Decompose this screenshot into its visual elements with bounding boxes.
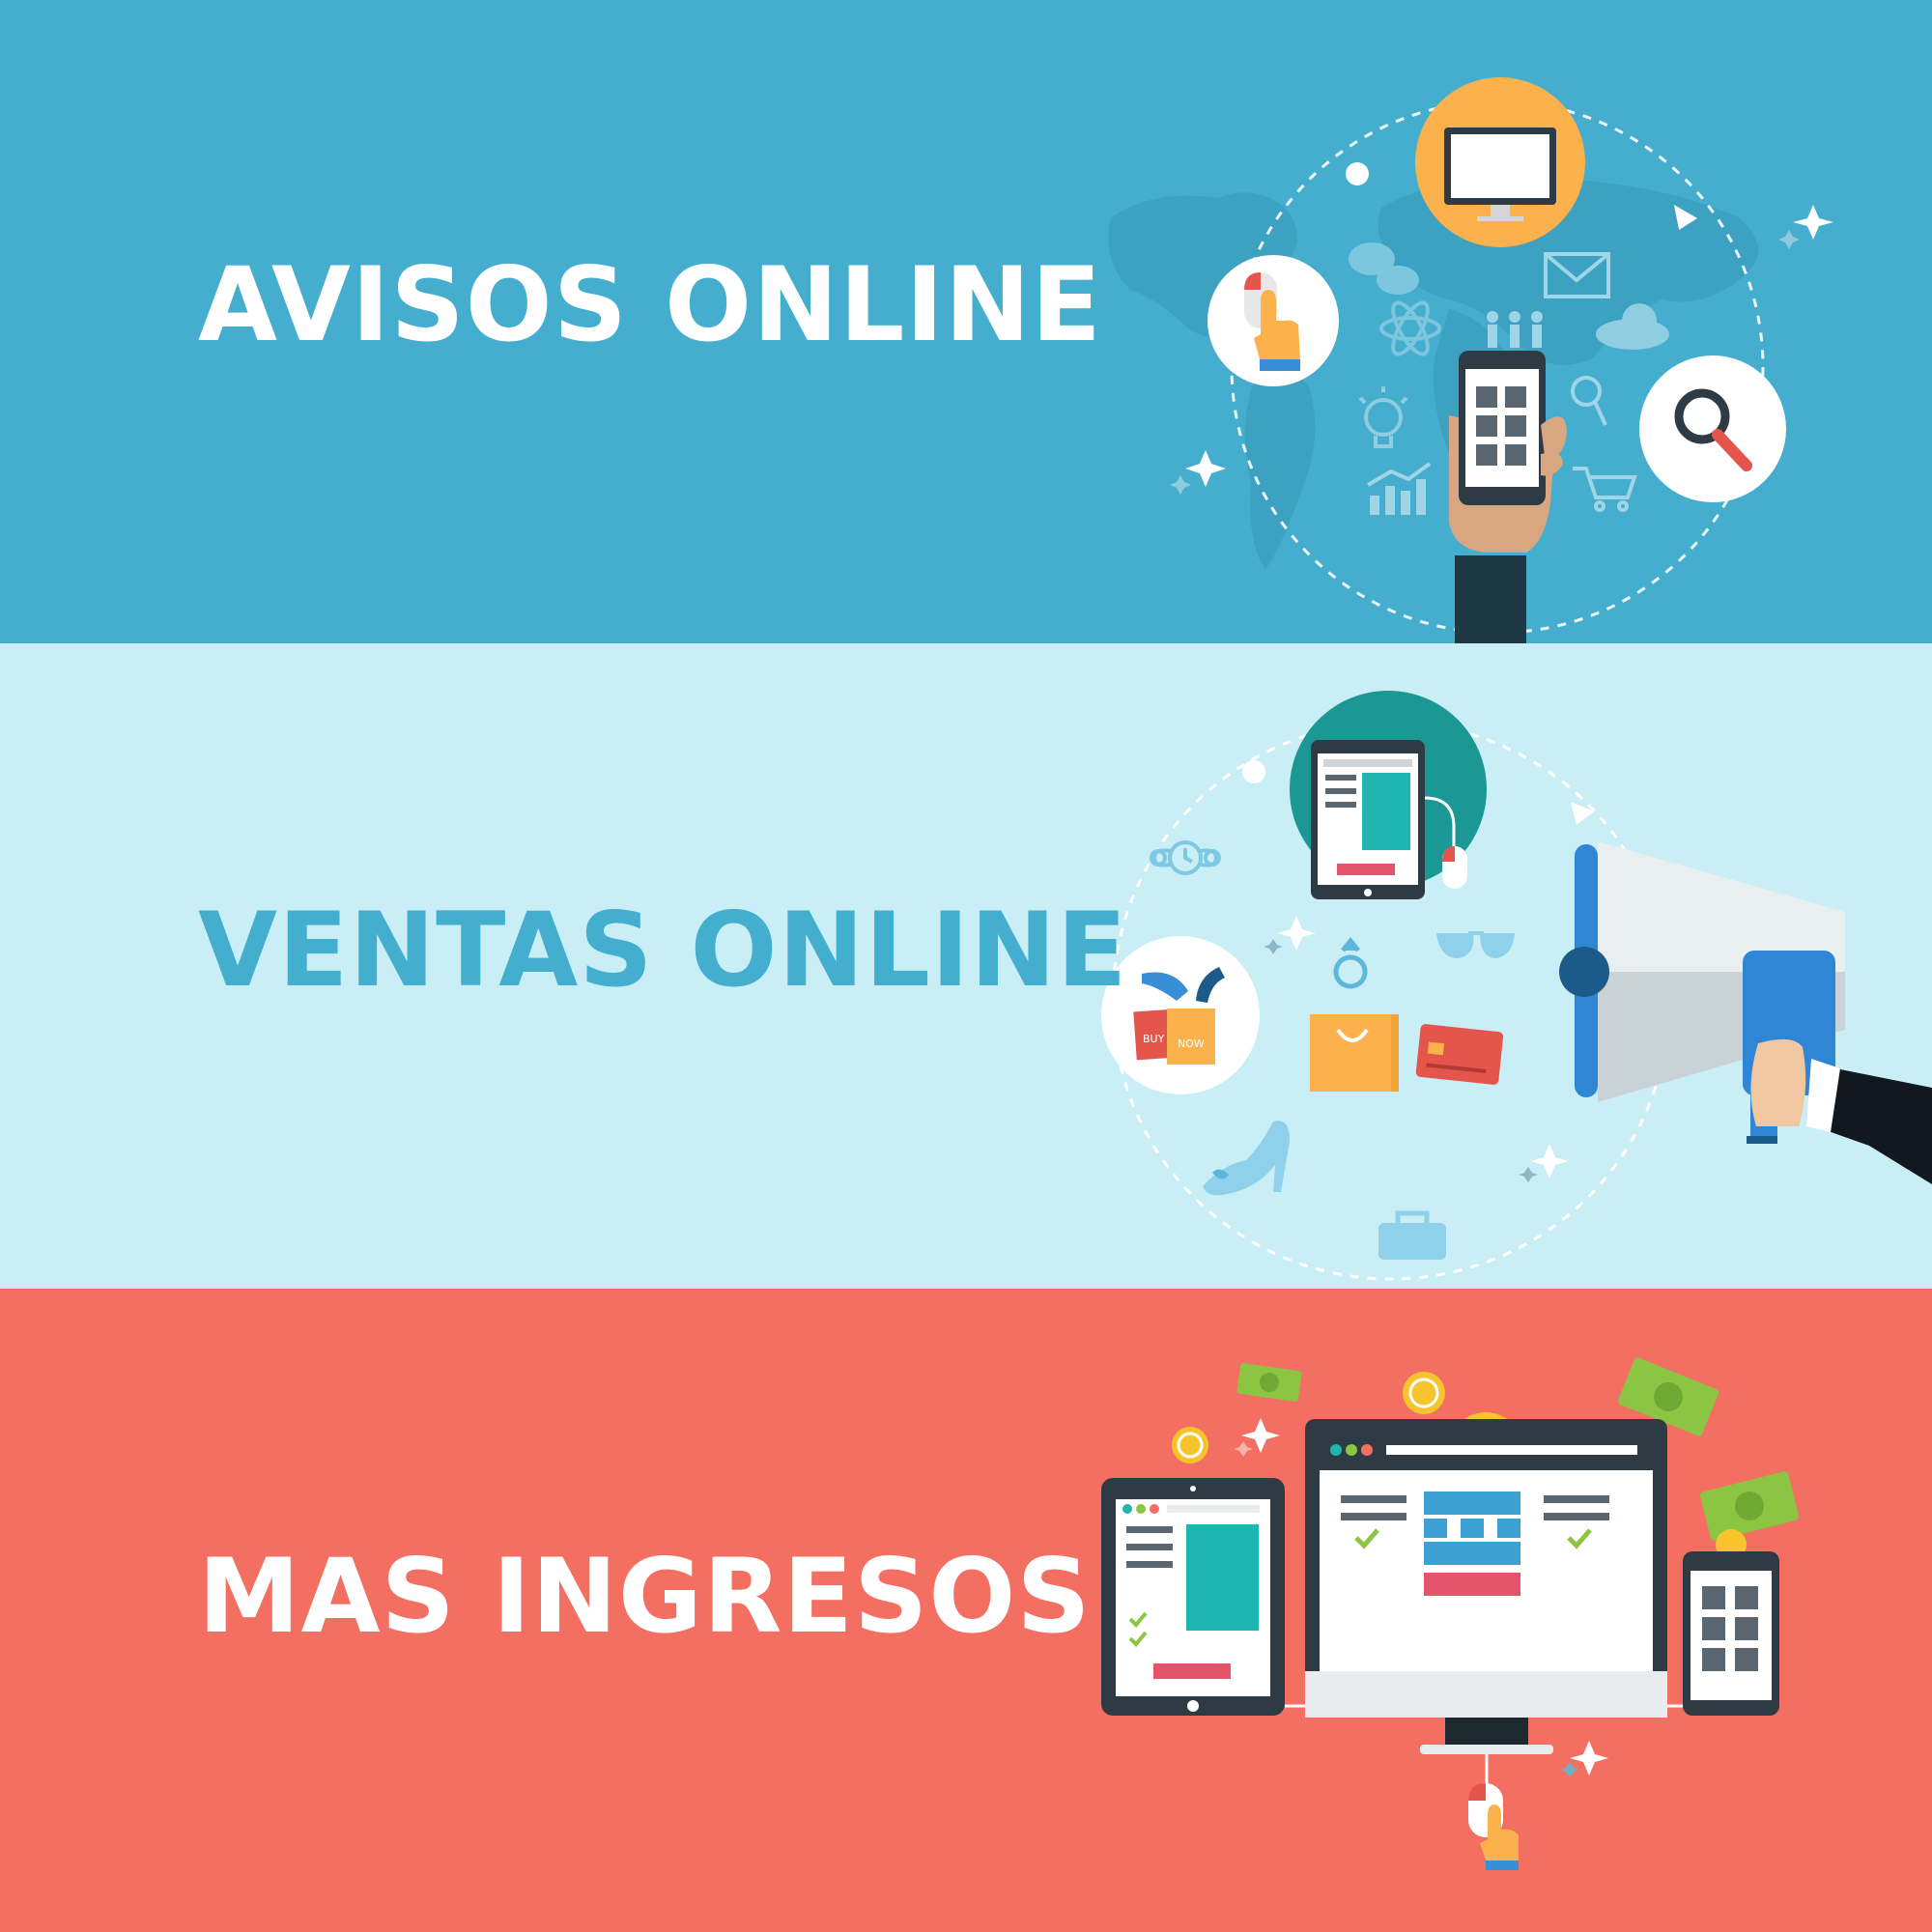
- bag-label-now: NOW: [1178, 1037, 1205, 1050]
- tablet-icon: [1101, 1478, 1285, 1716]
- orbit-dot: [1346, 162, 1369, 185]
- credit-card-icon: [1415, 1024, 1504, 1085]
- monitor-icon: [1415, 77, 1585, 247]
- desktop-monitor-icon: [1305, 1419, 1667, 1754]
- pointer-hand-icon: [1208, 255, 1339, 386]
- bag-label-buy: BUY: [1143, 1033, 1165, 1045]
- magnifier-icon: [1639, 355, 1786, 502]
- banner-ventas-online: BUY NOW VENTAS ONLINE: [0, 643, 1932, 1289]
- smartphone-icon: [1683, 1551, 1779, 1716]
- people-icon: [1487, 311, 1543, 348]
- headline-mas-ingresos: MAS INGRESOS: [198, 1537, 1092, 1656]
- headline-avisos-online: AVISOS ONLINE: [198, 245, 1102, 364]
- shopping-bag-icon: [1310, 1014, 1399, 1092]
- banner-avisos-online: AVISOS ONLINE: [0, 0, 1932, 643]
- orbit-dot: [1242, 760, 1265, 783]
- headline-ventas-online: VENTAS ONLINE: [198, 891, 1128, 1009]
- banner-mas-ingresos: MAS INGRESOS: [0, 1289, 1932, 1932]
